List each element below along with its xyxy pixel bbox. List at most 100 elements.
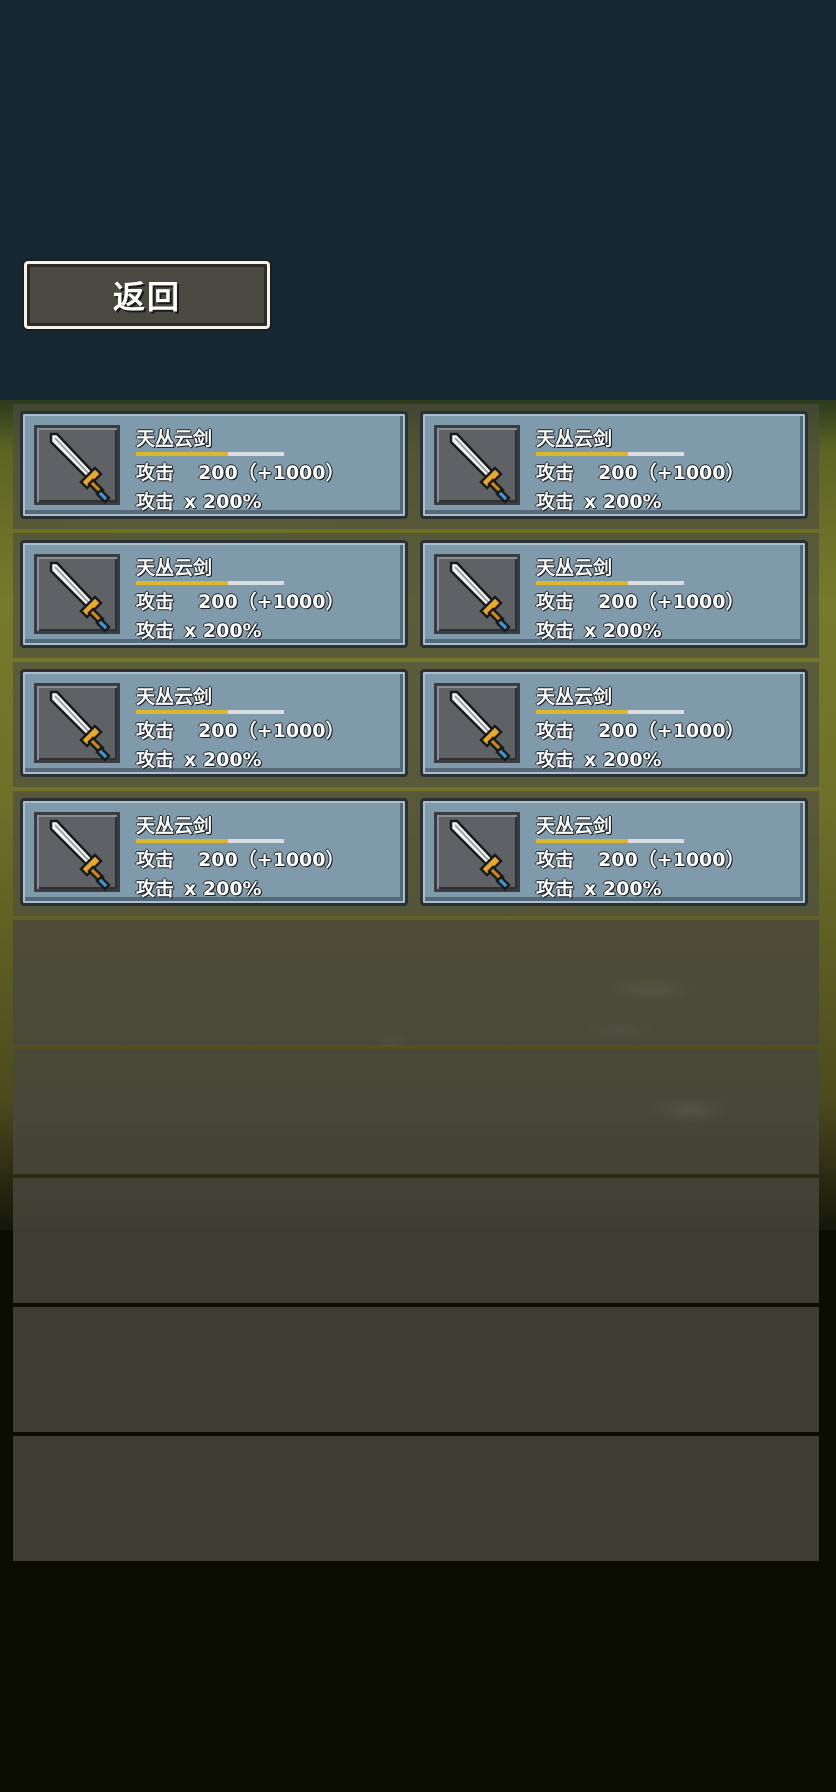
item-attack-label: 攻击 — [536, 462, 575, 484]
item-card[interactable]: 天丛云剑 攻击 200（+1000） 攻击 x 200% — [420, 798, 808, 906]
item-attack-multiplier: 攻击 x 200% — [136, 874, 262, 901]
item-icon-slot — [34, 812, 120, 892]
item-attack-multiplier: 攻击 x 200% — [536, 874, 662, 901]
item-attack-stat: 攻击 200（+1000） — [536, 716, 744, 743]
item-attack-value: 200（+1000） — [598, 591, 745, 613]
item-icon-slot — [434, 554, 520, 634]
item-multiplier-label: 攻击 — [136, 749, 175, 771]
inventory-panel: 天丛云剑 攻击 200（+1000） 攻击 x 200% 天丛云剑 攻击 200（+1… — [13, 404, 819, 1561]
item-name: 天丛云剑 — [536, 686, 613, 708]
sword-icon — [49, 432, 111, 504]
item-multiplier-value: x 200% — [184, 620, 262, 642]
item-card[interactable]: 天丛云剑 攻击 200（+1000） 攻击 x 200% — [420, 411, 808, 519]
sky-background — [0, 0, 836, 420]
item-card[interactable]: 天丛云剑 攻击 200（+1000） 攻击 x 200% — [20, 669, 408, 777]
item-icon-slot — [434, 425, 520, 505]
item-level-bar-fill — [136, 581, 228, 585]
item-level-bar — [136, 839, 284, 843]
item-name: 天丛云剑 — [536, 428, 613, 450]
inventory-row: 天丛云剑 攻击 200（+1000） 攻击 x 200% 天丛云剑 攻击 200（+1… — [13, 791, 819, 916]
inventory-row: 天丛云剑 攻击 200（+1000） 攻击 x 200% 天丛云剑 攻击 200（+1… — [13, 404, 819, 529]
item-level-bar-fill — [136, 839, 228, 843]
sword-icon — [449, 690, 511, 762]
item-attack-stat: 攻击 200（+1000） — [136, 587, 344, 614]
item-level-bar — [536, 452, 684, 456]
empty-inventory-row[interactable] — [13, 1307, 819, 1432]
item-level-bar — [136, 710, 284, 714]
item-level-bar — [136, 452, 284, 456]
item-attack-label: 攻击 — [536, 849, 575, 871]
item-attack-stat: 攻击 200（+1000） — [536, 458, 744, 485]
item-level-bar — [536, 581, 684, 585]
item-icon-slot — [434, 812, 520, 892]
sword-icon — [449, 561, 511, 633]
item-attack-label: 攻击 — [536, 591, 575, 613]
empty-inventory-row[interactable] — [13, 1436, 819, 1561]
empty-inventory-row[interactable] — [13, 1049, 819, 1174]
item-attack-value: 200（+1000） — [198, 462, 345, 484]
item-multiplier-label: 攻击 — [136, 878, 175, 900]
item-multiplier-value: x 200% — [584, 749, 662, 771]
item-name: 天丛云剑 — [136, 686, 213, 708]
item-level-bar-fill — [136, 452, 228, 456]
item-attack-value: 200（+1000） — [198, 849, 345, 871]
item-attack-multiplier: 攻击 x 200% — [536, 616, 662, 643]
item-attack-value: 200（+1000） — [598, 849, 745, 871]
sword-icon — [49, 561, 111, 633]
item-name: 天丛云剑 — [536, 815, 613, 837]
item-attack-stat: 攻击 200（+1000） — [136, 458, 344, 485]
sword-icon — [449, 819, 511, 891]
item-name: 天丛云剑 — [136, 815, 213, 837]
empty-inventory-row[interactable] — [13, 920, 819, 1045]
item-level-bar-fill — [536, 581, 628, 585]
item-attack-label: 攻击 — [536, 720, 575, 742]
sword-icon — [449, 432, 511, 504]
item-name: 天丛云剑 — [536, 557, 613, 579]
item-multiplier-value: x 200% — [184, 878, 262, 900]
item-card[interactable]: 天丛云剑 攻击 200（+1000） 攻击 x 200% — [20, 540, 408, 648]
item-attack-value: 200（+1000） — [198, 591, 345, 613]
item-card[interactable]: 天丛云剑 攻击 200（+1000） 攻击 x 200% — [20, 798, 408, 906]
item-attack-stat: 攻击 200（+1000） — [136, 716, 344, 743]
empty-inventory-row[interactable] — [13, 1178, 819, 1303]
item-attack-multiplier: 攻击 x 200% — [536, 487, 662, 514]
item-attack-label: 攻击 — [136, 591, 175, 613]
item-attack-value: 200（+1000） — [598, 462, 745, 484]
item-multiplier-value: x 200% — [584, 491, 662, 513]
inventory-row: 天丛云剑 攻击 200（+1000） 攻击 x 200% 天丛云剑 攻击 200（+1… — [13, 662, 819, 787]
item-multiplier-label: 攻击 — [136, 620, 175, 642]
sword-icon — [49, 690, 111, 762]
inventory-row: 天丛云剑 攻击 200（+1000） 攻击 x 200% 天丛云剑 攻击 200（+1… — [13, 533, 819, 658]
item-multiplier-label: 攻击 — [536, 491, 575, 513]
item-multiplier-label: 攻击 — [536, 620, 575, 642]
item-multiplier-value: x 200% — [584, 620, 662, 642]
item-icon-slot — [434, 683, 520, 763]
back-button[interactable]: 返回 — [24, 261, 270, 329]
item-level-bar-fill — [536, 839, 628, 843]
item-attack-label: 攻击 — [136, 720, 175, 742]
item-level-bar — [136, 581, 284, 585]
item-attack-stat: 攻击 200（+1000） — [536, 587, 744, 614]
item-attack-multiplier: 攻击 x 200% — [536, 745, 662, 772]
item-multiplier-label: 攻击 — [536, 878, 575, 900]
item-level-bar-fill — [536, 710, 628, 714]
item-card[interactable]: 天丛云剑 攻击 200（+1000） 攻击 x 200% — [420, 540, 808, 648]
item-level-bar — [536, 839, 684, 843]
item-card[interactable]: 天丛云剑 攻击 200（+1000） 攻击 x 200% — [420, 669, 808, 777]
item-name: 天丛云剑 — [136, 557, 213, 579]
item-attack-label: 攻击 — [136, 849, 175, 871]
item-level-bar-fill — [136, 710, 228, 714]
item-card[interactable]: 天丛云剑 攻击 200（+1000） 攻击 x 200% — [20, 411, 408, 519]
item-attack-stat: 攻击 200（+1000） — [536, 845, 744, 872]
item-multiplier-value: x 200% — [184, 491, 262, 513]
item-icon-slot — [34, 683, 120, 763]
item-multiplier-label: 攻击 — [136, 491, 175, 513]
item-attack-stat: 攻击 200（+1000） — [136, 845, 344, 872]
item-attack-label: 攻击 — [136, 462, 175, 484]
item-attack-value: 200（+1000） — [198, 720, 345, 742]
item-attack-multiplier: 攻击 x 200% — [136, 487, 262, 514]
item-multiplier-value: x 200% — [584, 878, 662, 900]
item-attack-value: 200（+1000） — [598, 720, 745, 742]
item-name: 天丛云剑 — [136, 428, 213, 450]
sword-icon — [49, 819, 111, 891]
